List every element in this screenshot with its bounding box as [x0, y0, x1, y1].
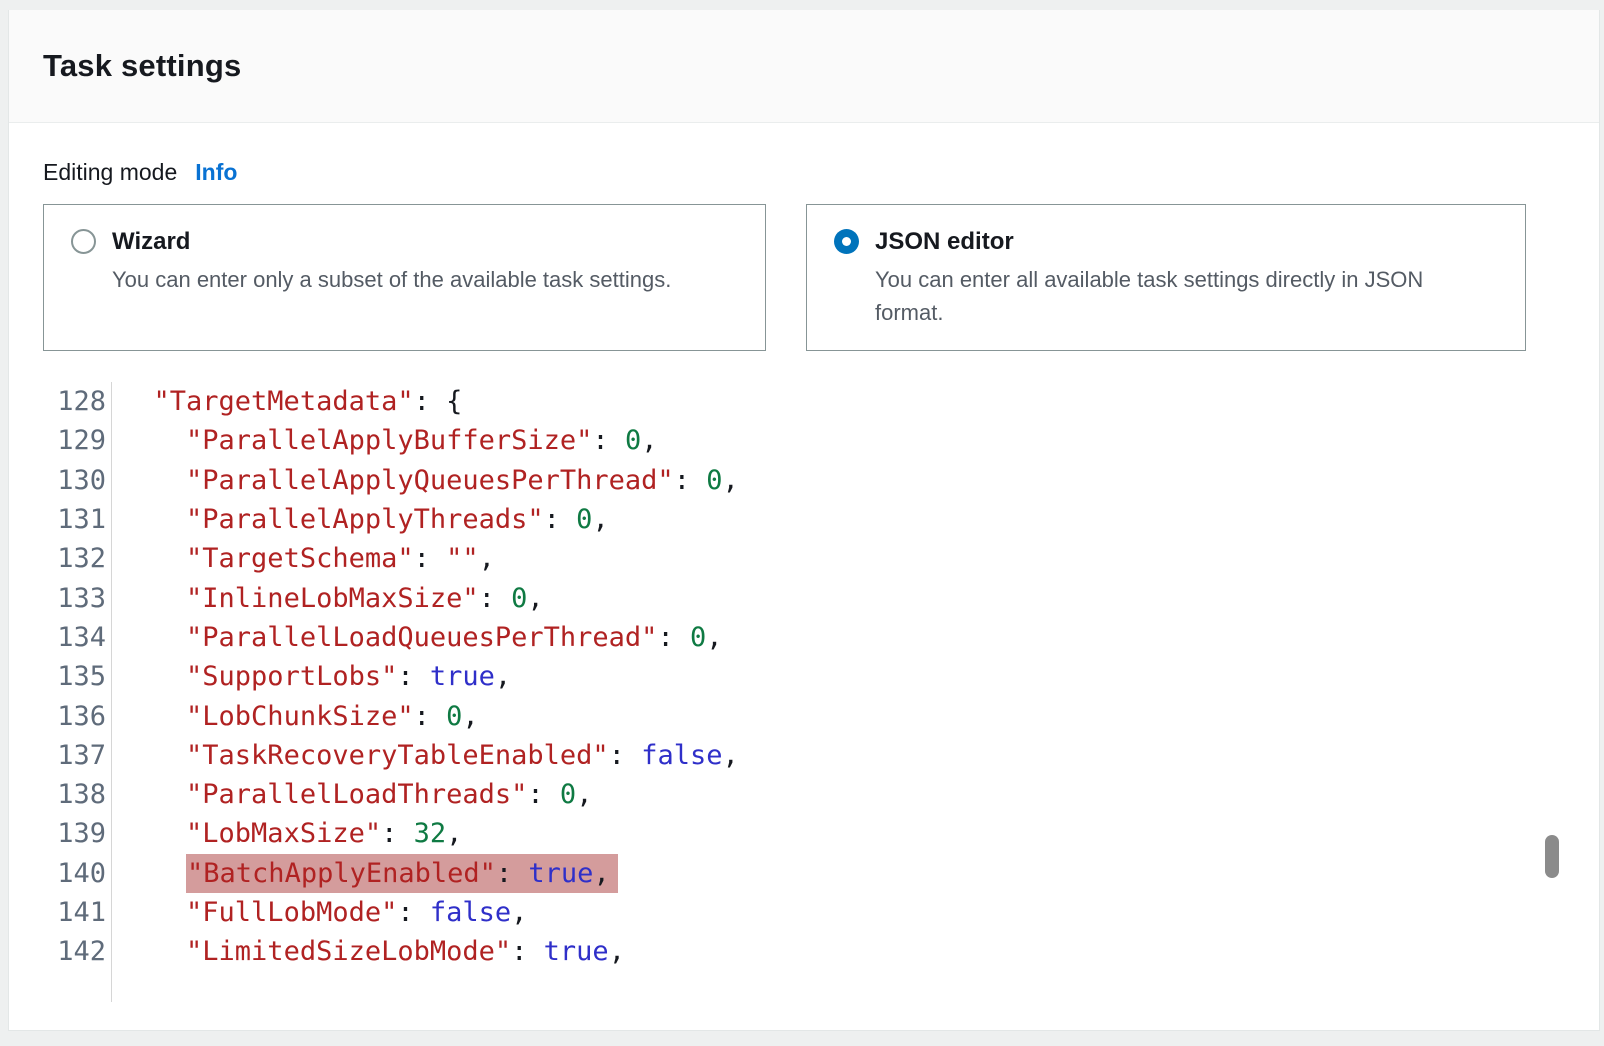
- page-title: Task settings: [43, 48, 241, 84]
- line-number: 137: [9, 736, 112, 775]
- wizard-option-title: Wizard: [112, 226, 671, 257]
- code-line[interactable]: 135 "SupportLobs": true,: [9, 657, 1599, 696]
- card-header: Task settings: [9, 10, 1599, 123]
- line-number: 136: [9, 696, 112, 735]
- code-line-content: "LimitedSizeLobMode": true,: [112, 936, 625, 967]
- code-line-content: "SupportLobs": true,: [112, 661, 511, 692]
- editing-mode-section: Editing mode Info Wizard You can enter o…: [9, 157, 1599, 351]
- json-editor-option-text: JSON editor You can enter all available …: [875, 226, 1487, 329]
- code-line-content: "LobChunkSize": 0,: [112, 701, 479, 732]
- vertical-scrollbar-thumb[interactable]: [1545, 835, 1559, 878]
- code-line-content: "BatchApplyEnabled": true,: [112, 854, 618, 893]
- line-number: 141: [9, 893, 112, 932]
- code-line-content: "LobMaxSize": 32,: [112, 818, 462, 849]
- code-line[interactable]: 132 "TargetSchema": "",: [9, 539, 1599, 578]
- code-line[interactable]: 136 "LobChunkSize": 0,: [9, 696, 1599, 735]
- line-number: 130: [9, 461, 112, 500]
- code-line-content: "ParallelApplyThreads": 0,: [112, 504, 609, 535]
- code-line[interactable]: 131 "ParallelApplyThreads": 0,: [9, 500, 1599, 539]
- line-number: 132: [9, 539, 112, 578]
- json-editor-option-title: JSON editor: [875, 226, 1487, 257]
- line-number: 133: [9, 578, 112, 617]
- code-line[interactable]: 138 "ParallelLoadThreads": 0,: [9, 775, 1599, 814]
- code-line-content: "ParallelLoadThreads": 0,: [112, 779, 592, 810]
- line-number: 131: [9, 500, 112, 539]
- line-number: 135: [9, 657, 112, 696]
- info-link[interactable]: Info: [195, 157, 237, 187]
- code-line[interactable]: 141 "FullLobMode": false,: [9, 893, 1599, 932]
- option-card-wizard[interactable]: Wizard You can enter only a subset of th…: [43, 204, 766, 351]
- line-number: 128: [9, 382, 112, 421]
- code-line-empty[interactable]: [9, 971, 1599, 1002]
- code-line[interactable]: 137 "TaskRecoveryTableEnabled": false,: [9, 736, 1599, 775]
- code-line-content: "TargetSchema": "",: [112, 543, 495, 574]
- json-code-editor[interactable]: 128 "TargetMetadata": {129 "ParallelAppl…: [9, 382, 1599, 1002]
- code-line[interactable]: 134 "ParallelLoadQueuesPerThread": 0,: [9, 618, 1599, 657]
- json-editor-option-description: You can enter all available task setting…: [875, 263, 1487, 329]
- option-card-json-editor[interactable]: JSON editor You can enter all available …: [806, 204, 1526, 351]
- code-line-content: "ParallelLoadQueuesPerThread": 0,: [112, 622, 722, 653]
- code-line[interactable]: 130 "ParallelApplyQueuesPerThread": 0,: [9, 461, 1599, 500]
- code-line[interactable]: 142 "LimitedSizeLobMode": true,: [9, 932, 1599, 971]
- code-line-content: "TaskRecoveryTableEnabled": false,: [112, 740, 739, 771]
- code-line-content: "TargetMetadata": {: [112, 386, 462, 417]
- line-number: 138: [9, 775, 112, 814]
- line-number: 140: [9, 854, 112, 893]
- task-settings-page: Task settings Editing mode Info Wizard Y…: [0, 0, 1604, 1046]
- line-number: [9, 971, 112, 1002]
- wizard-option-description: You can enter only a subset of the avail…: [112, 263, 671, 296]
- code-line[interactable]: 133 "InlineLobMaxSize": 0,: [9, 578, 1599, 617]
- code-line[interactable]: 139 "LobMaxSize": 32,: [9, 814, 1599, 853]
- editing-mode-options: Wizard You can enter only a subset of th…: [43, 204, 1561, 351]
- json-editor-radio-button[interactable]: [834, 229, 859, 254]
- code-line-content: "FullLobMode": false,: [112, 897, 527, 928]
- wizard-radio-button[interactable]: [71, 229, 96, 254]
- code-line[interactable]: 128 "TargetMetadata": {: [9, 382, 1599, 421]
- editing-mode-label: Editing mode: [43, 157, 177, 187]
- line-number: 129: [9, 421, 112, 460]
- code-line-content: "InlineLobMaxSize": 0,: [112, 583, 544, 614]
- editing-mode-label-row: Editing mode Info: [43, 157, 1561, 187]
- wizard-option-text: Wizard You can enter only a subset of th…: [112, 226, 671, 296]
- line-number: 139: [9, 814, 112, 853]
- line-number: 142: [9, 932, 112, 971]
- code-line-content: "ParallelApplyQueuesPerThread": 0,: [112, 465, 739, 496]
- code-line-content: "ParallelApplyBufferSize": 0,: [112, 425, 657, 456]
- highlighted-code: "BatchApplyEnabled": true,: [186, 854, 618, 893]
- line-number: 134: [9, 618, 112, 657]
- code-line[interactable]: 140 "BatchApplyEnabled": true,: [9, 854, 1599, 893]
- code-line[interactable]: 129 "ParallelApplyBufferSize": 0,: [9, 421, 1599, 460]
- task-settings-card: Task settings Editing mode Info Wizard Y…: [8, 10, 1600, 1031]
